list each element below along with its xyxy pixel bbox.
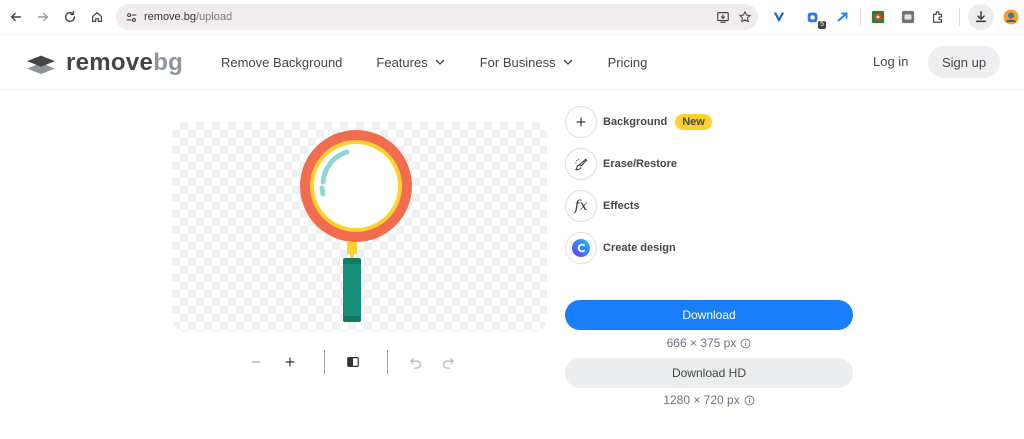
plus-icon <box>565 106 597 138</box>
nav-label: Pricing <box>607 54 648 70</box>
compare-icon <box>347 357 359 367</box>
browser-toolbar: remove.bg/upload 5 <box>0 0 1024 34</box>
controls-divider <box>324 350 325 374</box>
home-icon <box>92 12 102 22</box>
home-button[interactable] <box>84 4 110 30</box>
download-size-text: 666 × 375 px <box>666 336 737 350</box>
profile-avatar-icon[interactable] <box>1002 8 1020 26</box>
minus-icon <box>251 361 261 363</box>
compare-button[interactable] <box>343 352 363 372</box>
canva-icon <box>565 232 597 264</box>
url-host: remove.bg <box>144 11 196 23</box>
forward-button[interactable] <box>30 4 56 30</box>
downloads-icon[interactable] <box>968 4 994 30</box>
tool-erase-restore[interactable]: Erase/Restore <box>565 148 677 180</box>
site-info-icon[interactable] <box>118 4 144 30</box>
plus-icon <box>285 357 295 367</box>
site-header: removebg Remove Background Features For … <box>0 34 1024 90</box>
undo-icon <box>409 358 421 369</box>
controls-divider <box>387 350 388 374</box>
brush-icon <box>565 148 597 180</box>
redo-button[interactable] <box>438 352 458 372</box>
bookmark-star-icon[interactable] <box>738 10 752 24</box>
toolbar-divider <box>860 8 861 26</box>
zoom-out-button[interactable] <box>246 352 266 372</box>
tool-create-design[interactable]: Create design <box>565 232 676 264</box>
nav-label: For Business <box>479 54 556 70</box>
zoom-in-button[interactable] <box>280 352 300 372</box>
download-button[interactable]: Download <box>565 300 853 330</box>
url-text: remove.bg/upload <box>144 11 232 23</box>
toolbar-divider <box>959 8 960 26</box>
logo-text: removebg <box>66 49 183 77</box>
extensions-puzzle-icon[interactable] <box>929 8 947 26</box>
nav-label: Remove Background <box>221 54 343 70</box>
image-preview[interactable] <box>172 122 547 332</box>
tool-label: Create design <box>603 242 676 254</box>
install-app-icon[interactable] <box>716 10 730 24</box>
tool-label: Erase/Restore <box>603 158 677 170</box>
extension-gray-icon[interactable] <box>899 8 917 26</box>
download-size: 666 × 375 px <box>565 336 853 350</box>
url-path: /upload <box>195 11 233 23</box>
extension-arrow-icon[interactable] <box>834 8 852 26</box>
undo-button[interactable] <box>406 352 426 372</box>
editor-controls <box>246 348 458 376</box>
nav-label: Features <box>376 54 428 70</box>
fx-icon: fx <box>565 190 597 222</box>
nav-remove-background[interactable]: Remove Background <box>221 55 342 70</box>
removebg-logo[interactable]: removebg <box>24 49 183 77</box>
nav-pricing[interactable]: Pricing <box>608 55 648 70</box>
reload-button[interactable] <box>57 4 83 30</box>
back-button[interactable] <box>3 4 29 30</box>
tool-background[interactable]: Background New <box>565 106 712 138</box>
main-nav: Remove Background Features For Business … <box>221 35 647 89</box>
logo-text-main: remove <box>66 49 154 76</box>
redo-icon <box>443 358 455 369</box>
forward-arrow-icon <box>37 12 49 22</box>
extensions-bar: 5 <box>770 4 1024 30</box>
reload-icon <box>64 11 76 23</box>
extension-badge-count: 5 <box>818 21 826 29</box>
tool-label: Effects <box>603 200 640 212</box>
chevron-down-icon <box>435 59 445 65</box>
download-hd-size: 1280 × 720 px <box>565 393 853 407</box>
new-badge: New <box>675 114 712 130</box>
login-link[interactable]: Log in <box>873 54 908 69</box>
back-arrow-icon <box>10 12 22 22</box>
extension-puzzle-badge-icon[interactable]: 5 <box>804 8 826 29</box>
nav-for-business[interactable]: For Business <box>480 55 574 70</box>
logo-text-light: bg <box>153 49 184 76</box>
download-hd-button[interactable]: Download HD <box>565 358 853 388</box>
signup-button[interactable]: Sign up <box>928 46 1000 78</box>
magnifier-image <box>300 130 412 322</box>
tool-label: Background <box>603 116 668 128</box>
info-icon[interactable] <box>744 395 755 406</box>
extension-red-icon[interactable] <box>869 8 887 26</box>
logo-layers-icon <box>27 55 55 75</box>
nav-features[interactable]: Features <box>376 55 445 70</box>
tool-effects[interactable]: fx Effects <box>565 190 640 222</box>
download-hd-size-text: 1280 × 720 px <box>663 393 740 407</box>
extension-v-icon[interactable] <box>770 8 788 26</box>
info-icon[interactable] <box>740 338 751 349</box>
address-bar[interactable]: remove.bg/upload <box>116 4 758 30</box>
chevron-down-icon <box>563 59 573 65</box>
